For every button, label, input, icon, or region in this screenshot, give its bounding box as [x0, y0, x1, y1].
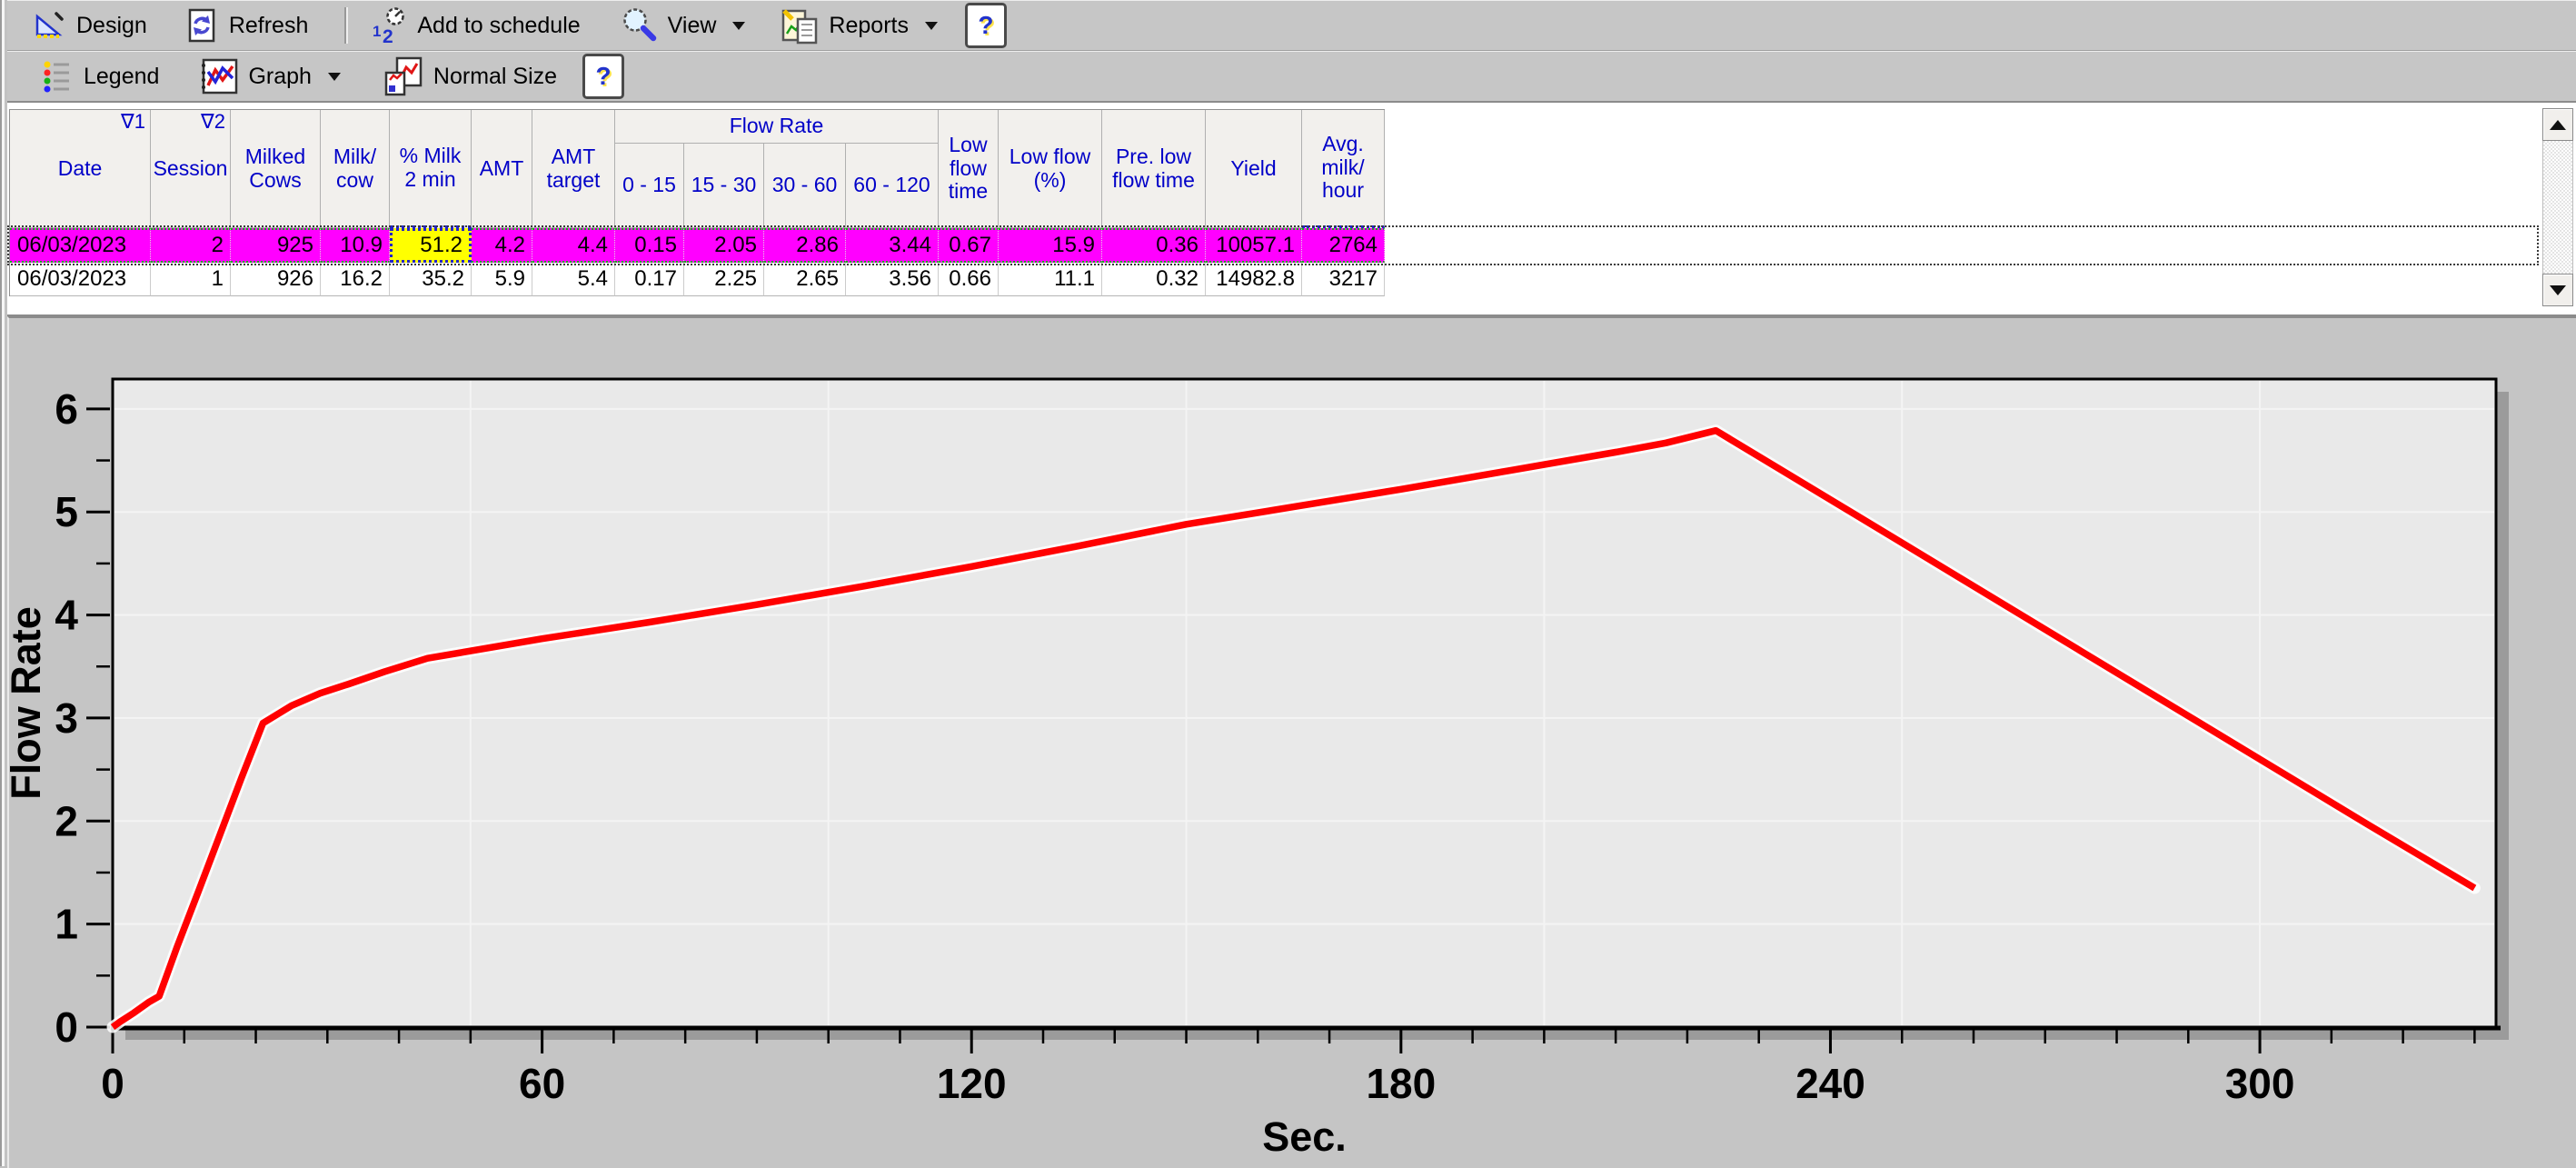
scroll-down-button[interactable] — [2542, 274, 2573, 306]
main-toolbar: Design Refresh 1 2 Add to schedule — [7, 0, 2576, 51]
view-dropdown-arrow-icon[interactable] — [732, 22, 745, 30]
table-cell[interactable]: 51.2 — [390, 228, 472, 263]
help-button[interactable]: ? — [965, 3, 1007, 48]
column-header-milk-cow[interactable]: Milk/ cow — [321, 110, 390, 228]
reports-button-label: Reports — [829, 13, 909, 39]
normal-size-button-label: Normal Size — [433, 64, 557, 90]
sort-indicator-1: ∇1 — [121, 111, 145, 134]
graph-button[interactable]: Graph — [188, 55, 349, 98]
reports-dropdown-arrow-icon[interactable] — [925, 22, 938, 30]
legend-button[interactable]: Legend — [31, 55, 168, 97]
table-cell[interactable]: 2.65 — [764, 263, 846, 296]
table-scrollbar[interactable] — [2542, 108, 2573, 306]
column-header-pre-low-flow-time[interactable]: Pre. low flow time — [1102, 110, 1206, 228]
column-header-flow-0-15[interactable]: 0 - 15 — [615, 144, 684, 228]
column-header-milked-cows[interactable]: Milked Cows — [231, 110, 321, 228]
table-cell[interactable]: 0.17 — [615, 263, 684, 296]
table-cell[interactable]: 2 — [151, 228, 231, 263]
table-cell[interactable]: 4.4 — [532, 228, 615, 263]
reports-icon — [780, 6, 820, 45]
column-group-flow-rate[interactable]: Flow Rate — [615, 110, 939, 144]
scrollbar-track[interactable] — [2542, 141, 2573, 274]
table-cell[interactable]: 06/03/2023 — [10, 263, 151, 296]
toolbar-separator — [344, 7, 348, 44]
help-button-2-label: ? — [596, 62, 612, 91]
arrow-up-icon — [2550, 120, 2566, 130]
add-to-schedule-label: Add to schedule — [417, 13, 580, 39]
table-cell[interactable]: 2.86 — [764, 228, 846, 263]
refresh-icon — [184, 7, 220, 44]
column-header-flow-15-30[interactable]: 15 - 30 — [684, 144, 764, 228]
table-cell[interactable]: 5.4 — [532, 263, 615, 296]
results-table: ∇1 Date ∇2 Session Milked Cows Milk/ cow… — [9, 109, 1385, 296]
table-cell[interactable]: 15.9 — [999, 228, 1102, 263]
column-header-pct-milk-2min[interactable]: % Milk 2 min — [390, 110, 472, 228]
refresh-button[interactable]: Refresh — [174, 5, 318, 45]
table-cell[interactable]: 3.56 — [846, 263, 939, 296]
table-cell[interactable]: 16.2 — [321, 263, 390, 296]
table-cell[interactable]: 10.9 — [321, 228, 390, 263]
table-cell[interactable]: 2.25 — [684, 263, 764, 296]
table-cell[interactable]: 10057.1 — [1206, 228, 1302, 263]
normal-size-button[interactable]: Normal Size — [373, 55, 566, 98]
view-toolbar: Legend Graph Normal Size ? — [7, 51, 2576, 102]
chart-panel — [7, 316, 2576, 1168]
app-window: Design Refresh 1 2 Add to schedule — [0, 0, 2576, 1166]
table-cell[interactable]: 0.15 — [615, 228, 684, 263]
view-button-label: View — [668, 13, 717, 39]
arrow-down-icon — [2550, 285, 2566, 295]
column-header-low-flow-time[interactable]: Low flow time — [939, 110, 999, 228]
view-button[interactable]: View — [612, 5, 755, 46]
results-table-panel: ∇1 Date ∇2 Session Milked Cows Milk/ cow… — [7, 101, 2576, 316]
table-cell[interactable]: 926 — [231, 263, 321, 296]
column-header-yield[interactable]: Yield — [1206, 110, 1302, 228]
table-cell[interactable]: 0.67 — [939, 228, 999, 263]
graph-dropdown-arrow-icon[interactable] — [328, 73, 341, 81]
svg-text:2: 2 — [383, 26, 393, 45]
design-button[interactable]: Design — [22, 5, 156, 45]
table-cell[interactable]: 2.05 — [684, 228, 764, 263]
scroll-up-button[interactable] — [2542, 108, 2573, 141]
table-cell[interactable]: 06/03/2023 — [10, 228, 151, 263]
window-left-edge — [0, 0, 7, 1166]
reports-button[interactable]: Reports — [771, 5, 947, 46]
normal-size-icon — [383, 56, 424, 96]
legend-button-label: Legend — [84, 64, 159, 90]
graph-button-label: Graph — [248, 64, 311, 90]
column-header-flow-60-120[interactable]: 60 - 120 — [846, 144, 939, 228]
magnifier-icon — [621, 6, 659, 45]
sort-indicator-2: ∇2 — [201, 111, 225, 134]
column-header-session[interactable]: ∇2 Session — [151, 110, 231, 228]
design-button-label: Design — [76, 13, 147, 39]
column-header-date[interactable]: ∇1 Date — [10, 110, 151, 228]
column-header-flow-30-60[interactable]: 30 - 60 — [764, 144, 846, 228]
table-cell[interactable]: 2764 — [1302, 228, 1385, 263]
design-icon — [31, 7, 67, 44]
table-cell[interactable]: 3217 — [1302, 263, 1385, 296]
help-button-label: ? — [978, 11, 993, 40]
table-cell[interactable]: 14982.8 — [1206, 263, 1302, 296]
table-cell[interactable]: 11.1 — [999, 263, 1102, 296]
table-cell[interactable]: 4.2 — [472, 228, 532, 263]
table-cell[interactable]: 3.44 — [846, 228, 939, 263]
column-header-amt-target[interactable]: AMT target — [532, 110, 615, 228]
help-button-2[interactable]: ? — [582, 54, 624, 99]
svg-text:1: 1 — [373, 23, 381, 40]
legend-icon — [40, 57, 75, 95]
add-to-schedule-button[interactable]: 1 2 Add to schedule — [361, 5, 589, 46]
column-header-low-flow-pct[interactable]: Low flow (%) — [999, 110, 1102, 228]
column-header-amt[interactable]: AMT — [472, 110, 532, 228]
table-cell[interactable]: 35.2 — [390, 263, 472, 296]
refresh-button-label: Refresh — [229, 13, 309, 39]
schedule-icon: 1 2 — [370, 6, 408, 45]
table-cell[interactable]: 0.36 — [1102, 228, 1206, 263]
table-cell[interactable]: 1 — [151, 263, 231, 296]
table-cell[interactable]: 925 — [231, 228, 321, 263]
graph-icon — [197, 56, 239, 96]
table-cell[interactable]: 5.9 — [472, 263, 532, 296]
column-header-avg-milk-hour[interactable]: Avg. milk/ hour — [1302, 110, 1385, 228]
table-cell[interactable]: 0.32 — [1102, 263, 1206, 296]
table-cell[interactable]: 0.66 — [939, 263, 999, 296]
